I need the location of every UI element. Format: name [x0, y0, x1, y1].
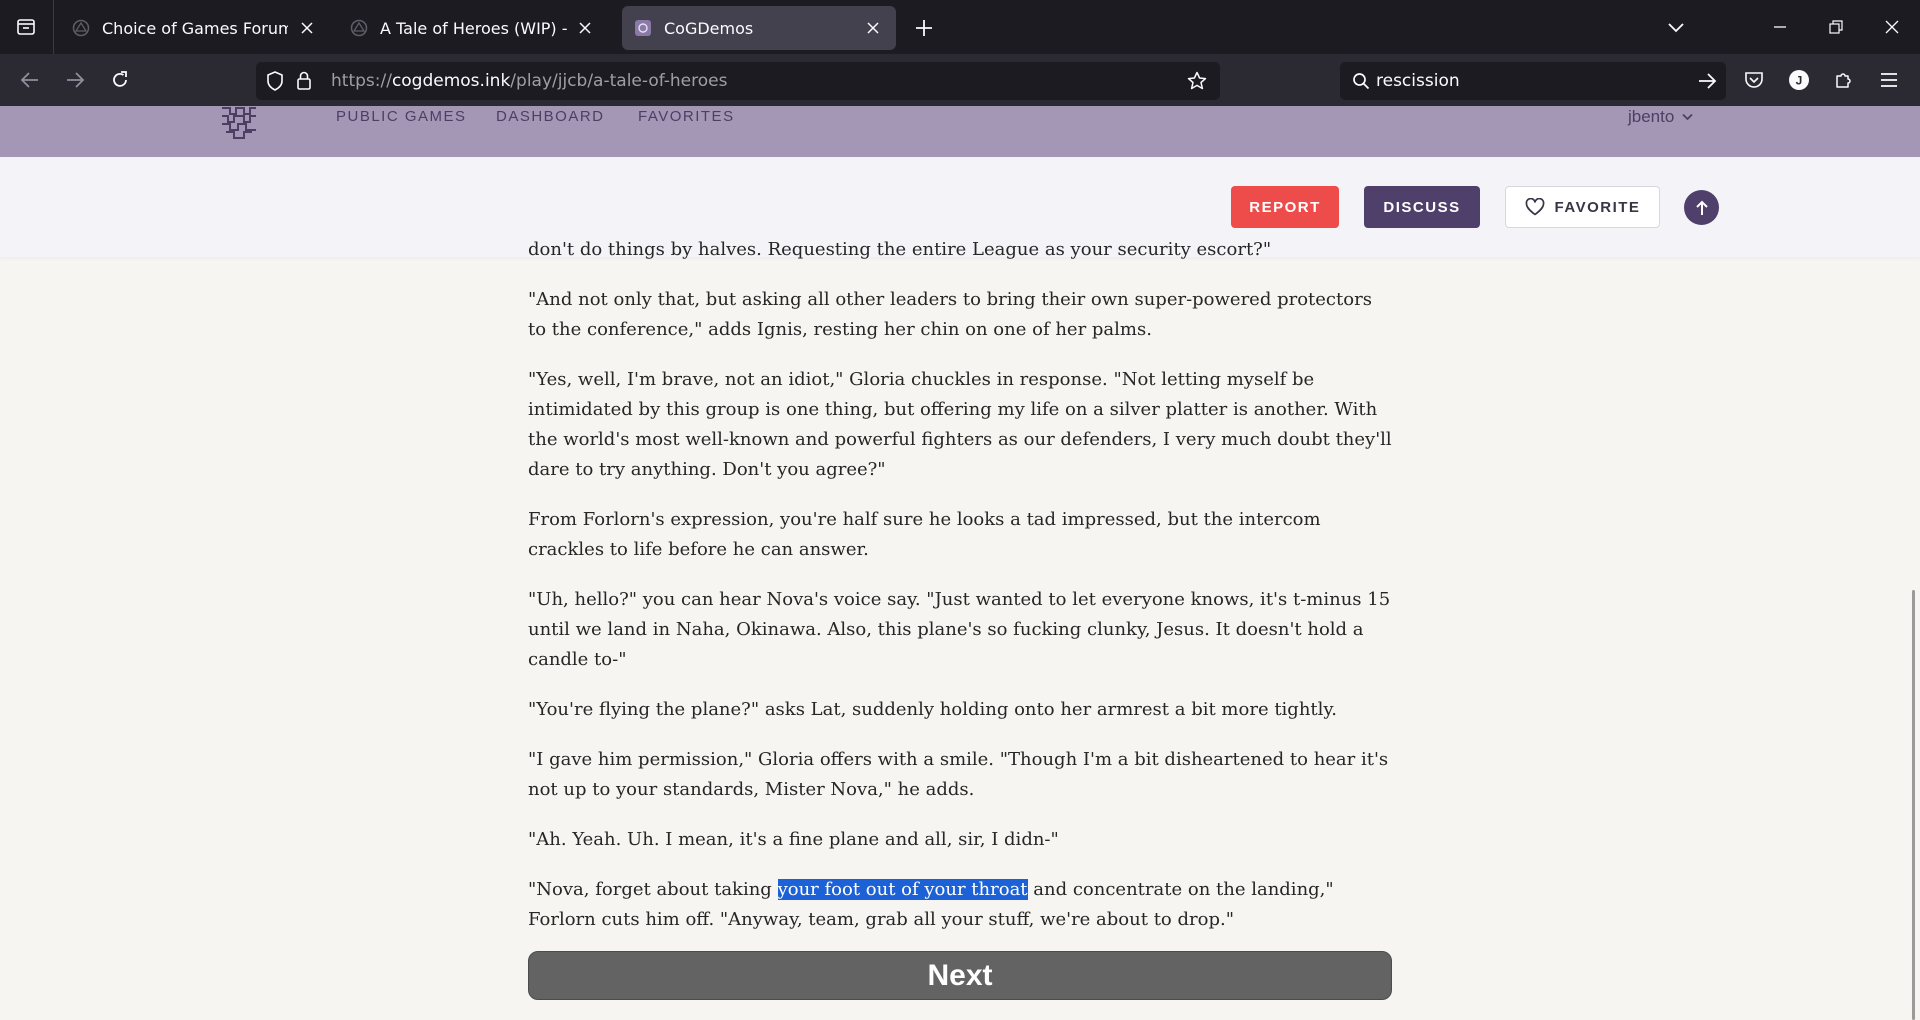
story-paragraph: "You're flying the plane?" asks Lat, sud… [528, 699, 1337, 720]
arrow-up-icon [1695, 200, 1708, 215]
cogdemos-favicon-icon [634, 19, 652, 37]
nav-public-games[interactable]: PUBLIC GAMES [336, 108, 467, 125]
new-tab-button[interactable] [908, 12, 940, 44]
close-tab-icon[interactable] [296, 17, 318, 39]
report-button[interactable]: REPORT [1231, 186, 1339, 228]
reload-button[interactable] [102, 62, 138, 98]
story-paragraph: "I gave him permission," Gloria offers w… [528, 749, 1389, 800]
tab-cogdemos[interactable]: CoGDemos [622, 6, 896, 50]
story-paragraph-last: "Nova, forget about taking your foot out… [528, 879, 1334, 930]
heart-icon [1525, 198, 1544, 216]
user-menu[interactable]: jbento [1628, 107, 1693, 127]
tracking-protection-shield-icon[interactable] [264, 70, 286, 92]
story-paragraph: "And not only that, but asking all other… [528, 289, 1372, 340]
story-text: don't do things by halves. Requesting th… [528, 239, 1392, 955]
puzzle-piece-icon [1836, 73, 1851, 88]
minimize-button[interactable] [1752, 0, 1808, 54]
forward-button[interactable] [57, 62, 93, 98]
tab-title: CoGDemos [664, 18, 754, 38]
minimize-icon [1774, 26, 1786, 28]
restore-icon [1829, 20, 1843, 34]
story-paragraph: From Forlorn's expression, you're half s… [528, 509, 1321, 560]
selected-text[interactable]: your foot out of your throat [777, 879, 1028, 900]
browser-tab-bar: Choice of Games Forum A Tale of Heroes (… [0, 0, 1920, 54]
tab-title: Choice of Games Forum [102, 18, 288, 38]
search-input[interactable] [1376, 68, 1676, 94]
nav-favorites[interactable]: FAVORITES [638, 108, 735, 125]
nav-dashboard[interactable]: DASHBOARD [496, 108, 605, 125]
account-button[interactable]: J [1781, 62, 1817, 98]
search-bar[interactable] [1340, 62, 1726, 100]
story-paragraph: "Yes, well, I'm brave, not an idiot," Gl… [528, 369, 1392, 480]
app-menu-button[interactable] [1871, 62, 1907, 98]
next-button[interactable]: Next [528, 951, 1392, 1000]
url-bar[interactable]: https://cogdemos.ink/play/jjcb/a-tale-of… [256, 62, 1220, 100]
back-button[interactable] [12, 62, 48, 98]
arrow-left-icon [20, 72, 38, 88]
close-tab-icon[interactable] [574, 17, 596, 39]
tab-choice-of-games-forum[interactable]: Choice of Games Forum [60, 6, 330, 50]
extensions-button[interactable] [1826, 62, 1862, 98]
chevron-down-icon [1668, 23, 1684, 33]
url-text[interactable]: https://cogdemos.ink/play/jjcb/a-tale-of… [331, 71, 727, 91]
close-icon [1885, 20, 1899, 34]
bookmark-star-icon[interactable] [1186, 70, 1208, 92]
tab-separator [53, 0, 54, 54]
search-go-arrow-icon[interactable] [1696, 70, 1718, 92]
cogdemos-logo-icon[interactable] [218, 106, 260, 140]
restore-button[interactable] [1808, 0, 1864, 54]
avatar-icon: J [1789, 70, 1809, 90]
browser-navigation-bar: https://cogdemos.ink/play/jjcb/a-tale-of… [0, 54, 1920, 106]
site-header: PUBLIC GAMES DASHBOARD FAVORITES jbento [0, 106, 1920, 157]
username: jbento [1628, 107, 1675, 126]
favorite-label: FAVORITE [1554, 198, 1641, 216]
story-paragraph: "Ah. Yeah. Uh. I mean, it's a fine plane… [528, 829, 1059, 850]
search-icon [1350, 70, 1372, 92]
pocket-button[interactable] [1736, 62, 1772, 98]
hamburger-menu-icon [1881, 73, 1897, 87]
firefox-view-icon [17, 19, 35, 35]
tab-title: A Tale of Heroes (WIP) - 224k w [380, 18, 572, 38]
story-paragraph: "Uh, hello?" you can hear Nova's voice s… [528, 589, 1391, 670]
forum-favicon-icon [72, 19, 90, 37]
list-all-tabs-button[interactable] [1660, 12, 1692, 44]
tab-a-tale-of-heroes-wip[interactable]: A Tale of Heroes (WIP) - 224k w [338, 6, 608, 50]
story-paragraph: don't do things by halves. Requesting th… [528, 239, 1272, 260]
pocket-icon [1745, 72, 1763, 88]
chevron-down-icon [1682, 113, 1693, 121]
plus-icon [916, 20, 932, 36]
close-tab-icon[interactable] [862, 17, 884, 39]
close-window-button[interactable] [1864, 0, 1920, 54]
scroll-to-top-button[interactable] [1684, 190, 1719, 225]
firefox-view-button[interactable] [6, 8, 46, 46]
scrollbar-thumb[interactable] [1912, 590, 1915, 1020]
discuss-button[interactable]: DISCUSS [1364, 186, 1480, 228]
lock-icon[interactable] [293, 70, 315, 92]
reload-icon [113, 71, 127, 87]
favorite-button[interactable]: FAVORITE [1505, 186, 1660, 228]
svg-text:J: J [1796, 74, 1803, 88]
forum-favicon-icon [350, 19, 368, 37]
arrow-right-icon [67, 72, 85, 88]
